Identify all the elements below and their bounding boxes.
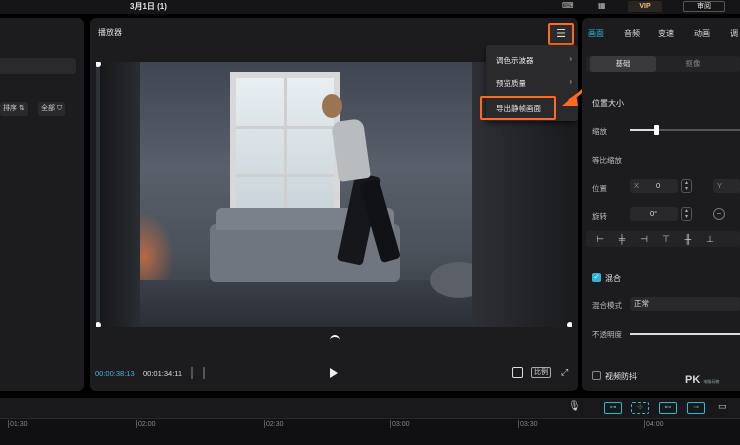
position-x-field[interactable]: X 0 <box>630 179 678 193</box>
scale-slider-thumb[interactable] <box>654 125 659 135</box>
rotate-handle[interactable] <box>330 335 340 340</box>
align-left-icon[interactable]: ⊢ <box>594 233 606 245</box>
inspector-panel: 画面 音频 变速 动画 调 基础 抠像 位置大小 缩放 等比缩放 位置 X 0 … <box>582 18 740 391</box>
microphone-icon[interactable]: 🎙 <box>568 401 581 412</box>
rotate-stepper[interactable]: ▴ ▾ <box>681 207 692 221</box>
snap-icon[interactable]: ⊹ <box>631 402 649 414</box>
position-x-stepper[interactable]: ▴ ▾ <box>681 179 692 193</box>
subtab-bar: 基础 抠像 <box>586 56 740 72</box>
fullscreen-icon[interactable]: ⤢ <box>561 367 571 377</box>
layout-icon[interactable]: ▦ <box>598 1 606 11</box>
total-timecode: 00:01:34:11 <box>143 369 183 378</box>
watermark-logo: PK 电脑玩物 <box>685 374 720 386</box>
person-torso <box>330 118 372 182</box>
player-title: 播放器 <box>98 28 122 37</box>
window-graphic <box>230 72 340 222</box>
align-center-h-icon[interactable]: ╪ <box>616 233 628 245</box>
blend-mode-select[interactable]: 正常 <box>630 297 740 311</box>
crop-handle-bl[interactable] <box>96 322 101 327</box>
current-timecode: 00:00:38:13 <box>95 369 135 378</box>
sofa-graphic <box>210 208 400 282</box>
position-label: 位置 <box>592 184 607 193</box>
align-top-icon[interactable]: ⊤ <box>660 233 672 245</box>
tab-animation[interactable]: 动画 <box>694 28 710 39</box>
position-y-field[interactable]: Y <box>713 179 740 193</box>
blend-title: 混合 <box>605 274 621 283</box>
title-bar: 3月1日 (1) ⌨ ▦ VIP 审阅 <box>0 0 740 14</box>
rotate-label: 旋转 <box>592 212 607 221</box>
alignment-toolbar: ⊢ ╪ ⊣ ⊤ ╫ ⊥ <box>586 231 740 247</box>
stabilize-checkbox[interactable] <box>592 371 601 380</box>
rotate-field[interactable]: 0° <box>630 207 678 221</box>
project-title: 3月1日 (1) <box>130 2 167 11</box>
blend-mode-label: 混合模式 <box>592 301 622 310</box>
ruler-label: 04:00 <box>646 421 664 428</box>
tab-video[interactable]: 画面 <box>588 28 604 39</box>
tab-audio[interactable]: 音频 <box>624 28 640 39</box>
menu-item-preview-quality[interactable]: 预览质量 <box>496 78 526 89</box>
search-input[interactable] <box>0 58 76 74</box>
sort-button[interactable]: 排序 ⇅ <box>0 102 28 116</box>
tab-adjust[interactable]: 调 <box>730 28 738 39</box>
position-size-title: 位置大小 <box>592 99 624 108</box>
tab-speed[interactable]: 变速 <box>658 28 674 39</box>
filter-all-button[interactable]: 全部 ⛉ <box>38 102 66 116</box>
timeline-ruler[interactable] <box>0 418 740 445</box>
preview-axis-icon[interactable]: ▭ <box>718 401 727 412</box>
subtab-keying[interactable]: 抠像 <box>660 56 726 72</box>
media-panel: 排序 ⇅ 全部 ⛉ <box>0 18 84 391</box>
vip-badge[interactable]: VIP <box>628 1 662 12</box>
ruler-label: 03:00 <box>392 421 410 428</box>
align-right-icon[interactable]: ⊣ <box>638 233 650 245</box>
keyboard-icon[interactable]: ⌨ <box>562 1 574 11</box>
ratio-button[interactable]: 比例 <box>531 367 551 378</box>
ruler-label: 02:30 <box>266 421 284 428</box>
ruler-label: 03:30 <box>520 421 538 428</box>
review-button[interactable]: 审阅 <box>683 1 725 12</box>
timeline-toolbar <box>0 398 740 418</box>
blend-checkbox[interactable]: ✓ <box>592 273 601 282</box>
scale-label: 缩放 <box>592 127 607 136</box>
ruler-label: 02:00 <box>138 421 156 428</box>
play-icon[interactable] <box>330 368 338 378</box>
stabilize-title: 视频防抖 <box>605 372 637 381</box>
menu-item-scopes[interactable]: 调色示波器 <box>496 55 534 66</box>
curtain-left <box>100 62 140 327</box>
opacity-slider[interactable] <box>630 333 740 335</box>
scale-slider-fill <box>630 129 656 131</box>
rotate-dial-icon[interactable]: – <box>713 208 725 220</box>
subtab-basic[interactable]: 基础 <box>590 56 656 72</box>
align-bottom-icon[interactable]: ⊥ <box>704 233 716 245</box>
split-icon[interactable]: ⊸ <box>687 402 705 414</box>
opacity-label: 不透明度 <box>592 330 622 339</box>
crop-handle-br[interactable] <box>567 322 572 327</box>
link-icon[interactable]: ⊶ <box>604 402 622 414</box>
screenshot-icon[interactable] <box>512 367 523 378</box>
grid-icon[interactable] <box>191 367 205 379</box>
align-center-v-icon[interactable]: ╫ <box>682 233 694 245</box>
linkage-icon[interactable]: ⊷ <box>659 402 677 414</box>
ruler-label: 01:30 <box>10 421 28 428</box>
uniform-scale-label: 等比缩放 <box>592 156 622 165</box>
person-head <box>322 94 342 118</box>
